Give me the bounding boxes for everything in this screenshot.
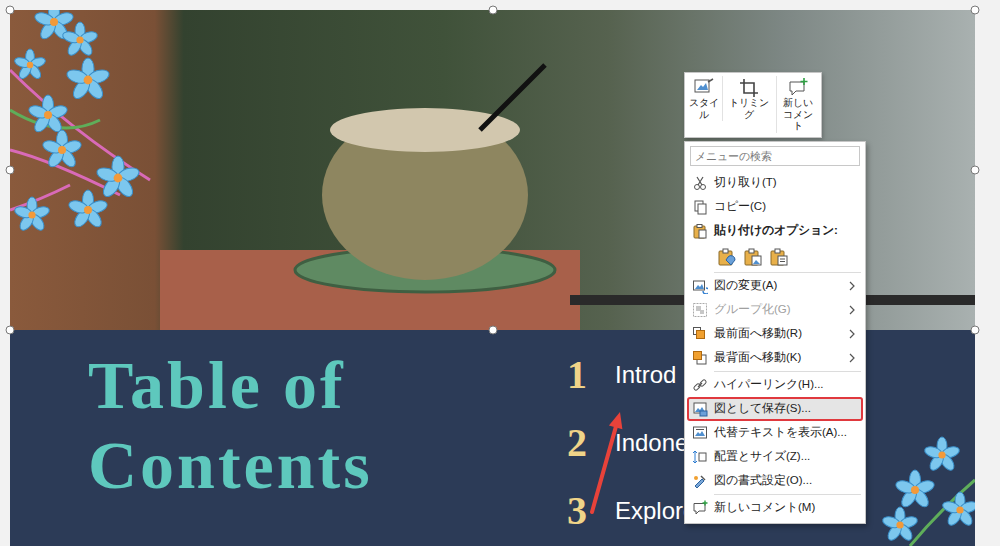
group-icon [692,302,708,318]
toolbar-button[interactable]: スタイル [688,76,720,121]
menu-label: グループ化(G) [714,301,791,318]
menu-separator [714,371,861,372]
paste-option[interactable] [716,246,738,268]
chevron-right-icon [847,304,857,316]
chevron-right-icon [847,280,857,292]
save-picture-icon [692,401,708,417]
menu-label[interactable]: 新しいコメント(M) [714,499,815,516]
slide-title[interactable]: Table of Contents [88,345,488,505]
change-picture-icon [692,278,708,294]
menu-label[interactable]: 図として保存(S)... [714,400,811,417]
new-comment-icon [787,77,809,97]
menu-label[interactable]: ハイパーリンク(H)... [714,376,824,393]
toc-number: 1 [567,355,615,395]
clipboard-icon [692,223,708,239]
menu-label[interactable]: 配置とサイズ(Z)... [714,448,810,465]
paste-option[interactable] [768,246,790,268]
paste-text-only-icon [769,247,789,267]
resize-handle[interactable] [488,326,497,335]
menu-label[interactable]: 図の変更(A) [714,277,777,294]
mini-toolbar: スタイルトリミング新しいコメント [684,72,822,138]
hyperlink-icon [692,377,708,393]
toc-label[interactable]: Introd [615,357,676,393]
resize-handle[interactable] [6,6,15,15]
menu-item[interactable]: コピー(C) [687,195,863,219]
paste-option[interactable] [742,246,764,268]
size-position-icon [692,449,708,465]
format-picture-icon [692,473,708,489]
menu-label[interactable]: コピー(C) [714,198,766,215]
paste-picture-icon [743,247,763,267]
resize-handle[interactable] [6,326,15,335]
toc-number: 2 [567,423,615,463]
menu-item[interactable]: 図として保存(S)... [687,397,863,421]
menu-label[interactable]: 切り取り(T) [714,174,777,191]
menu-label[interactable]: 最前面へ移動(R) [714,325,802,342]
powerpoint-stage: Table of Contents1Introd2Indone3Explore … [0,0,1000,546]
menu-label[interactable]: 図の書式設定(O)... [714,472,812,489]
menu-item[interactable]: 配置とサイズ(Z)... [687,445,863,469]
paste-keep-format-icon [717,247,737,267]
menu-item[interactable] [687,243,863,271]
new-comment-icon [692,500,708,516]
toolbar-label[interactable]: スタイル [689,97,719,120]
menu-search[interactable] [690,146,860,166]
alt-text-icon [692,425,708,441]
toolbar-label[interactable]: トリミング [724,97,773,120]
menu-item[interactable]: 最背面へ移動(K) [687,346,863,370]
menu-item[interactable]: 図の書式設定(O)... [687,469,863,493]
menu-label[interactable]: 代替テキストを表示(A)... [714,424,847,441]
resize-handle[interactable] [6,166,15,175]
menu-separator [714,272,861,273]
toolbar-button[interactable]: トリミング [722,76,774,121]
chevron-right-icon [847,328,857,340]
scissors-icon [692,175,708,191]
send-to-back-icon [692,350,708,366]
style-icon [693,77,715,97]
menu-item: グループ化(G) [687,298,863,322]
menu-item[interactable]: ハイパーリンク(H)... [687,373,863,397]
chevron-right-icon [847,352,857,364]
bring-to-front-icon [692,326,708,342]
toc-label[interactable]: Indone [615,425,688,461]
context-menu: 切り取り(T) コピー(C) 貼り付けのオプション: 図の変更(A) グループ化(G) 最… [684,141,866,524]
menu-item[interactable]: 代替テキストを表示(A)... [687,421,863,445]
menu-label[interactable]: 貼り付けのオプション: [714,222,838,239]
menu-label[interactable]: 最背面へ移動(K) [714,349,801,366]
resize-handle[interactable] [488,6,497,15]
menu-item: 貼り付けのオプション: [687,219,863,243]
menu-item[interactable]: 新しいコメント(M) [687,496,863,520]
toc-number: 3 [567,491,615,531]
resize-handle[interactable] [971,326,980,335]
menu-item[interactable]: 切り取り(T) [687,171,863,195]
menu-separator [714,494,861,495]
menu-item[interactable]: 最前面へ移動(R) [687,322,863,346]
toolbar-label[interactable]: 新しいコメント [778,97,817,132]
resize-handle[interactable] [971,6,980,15]
crop-icon [738,77,760,97]
toolbar-button[interactable]: 新しいコメント [776,76,818,133]
resize-handle[interactable] [971,166,980,175]
menu-item[interactable]: 図の変更(A) [687,274,863,298]
copy-icon [692,199,708,215]
